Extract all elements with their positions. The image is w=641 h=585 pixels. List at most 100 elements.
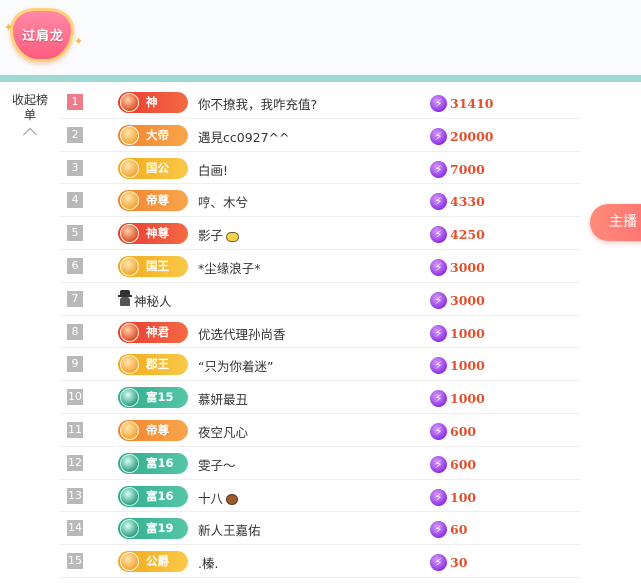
contribution-score: ⚡ 1000 — [430, 388, 485, 408]
user-name[interactable]: “只为你着迷” — [198, 356, 273, 375]
ranking-row[interactable]: 3 国公 白画! ⚡ 7000 — [60, 152, 580, 185]
level-emblem-icon — [120, 224, 139, 244]
level-badge: 神君 — [118, 321, 188, 343]
ranking-row[interactable]: 14 富19 新人王嘉佑 ⚡ 60 — [60, 512, 580, 546]
score-value: 600 — [450, 456, 477, 472]
rank-number: 8 — [67, 323, 83, 340]
level-label: 富19 — [146, 521, 174, 536]
ranking-row[interactable]: 6 国王 *尘缘浪子* ⚡ 3000 — [60, 250, 580, 283]
ranking-row[interactable]: 10 富15 慕妍最丑 ⚡ 1000 — [60, 381, 580, 414]
score-value: 1000 — [450, 391, 485, 407]
level-badge: 神 — [118, 92, 188, 113]
contribution-score: ⚡ 20000 — [430, 126, 494, 145]
ranking-row[interactable]: 5 神尊 影子 ⚡ 4250 — [60, 217, 580, 250]
lightning-icon: ⚡ — [430, 422, 447, 440]
level-badge: 国王 — [118, 255, 188, 277]
level-badge: 帝尊 — [118, 419, 188, 441]
user-name-text: “只为你着迷” — [198, 359, 274, 375]
contribution-score: ⚡ 1000 — [430, 355, 485, 375]
lightning-icon: ⚡ — [430, 291, 447, 309]
level-badge: 富16 — [118, 452, 188, 474]
bear-emoji-icon — [226, 493, 239, 505]
level-emblem-icon — [120, 552, 139, 572]
contribution-score: ⚡ 3000 — [430, 257, 485, 276]
user-name[interactable]: .榛. — [198, 553, 218, 572]
user-name-text: 影子 — [198, 228, 224, 244]
rank-number: 9 — [67, 356, 83, 373]
level-emblem-icon — [120, 453, 139, 473]
user-name[interactable]: 夜空凡心 — [198, 422, 248, 441]
user-name[interactable]: 哼、木兮 — [198, 192, 248, 211]
ranking-row[interactable]: 15 公爵 .榛. ⚡ 30 — [60, 545, 580, 578]
header: 过肩龙 ✦ ✦ — [0, 0, 641, 75]
level-label: 帝尊 — [146, 193, 169, 208]
user-name[interactable]: 影子 — [198, 225, 240, 244]
user-name-text: 你不撩我，我咋充值? — [198, 97, 318, 112]
ranking-row[interactable]: 1 神 你不撩我，我咋充值? ⚡ 31410 — [60, 86, 580, 119]
level-label: 富15 — [146, 390, 174, 405]
anchor-tab-button[interactable]: 主播 — [590, 204, 641, 241]
score-value: 20000 — [450, 128, 494, 144]
rank-number: 7 — [67, 290, 83, 307]
user-name[interactable]: 新人王嘉佑 — [198, 520, 261, 539]
user-name-text: 夜空凡心 — [198, 424, 249, 440]
ranking-row[interactable]: 8 神君 优选代理孙尚香 ⚡ 1000 — [60, 316, 580, 349]
collapse-ranking-button[interactable]: 收起榜单 — [10, 93, 50, 142]
lightning-icon: ⚡ — [430, 226, 447, 244]
level-label: 大帝 — [146, 127, 169, 142]
rank-number: 15 — [67, 553, 83, 570]
user-name-text: 十八 — [198, 490, 224, 506]
level-emblem-icon — [120, 93, 139, 112]
level-emblem-icon — [120, 158, 139, 178]
contribution-score: ⚡ 600 — [430, 454, 477, 473]
user-name-text: 哼、木兮 — [198, 195, 249, 211]
lightning-icon: ⚡ — [430, 160, 447, 178]
user-name[interactable]: 慕妍最丑 — [198, 389, 248, 408]
rank-number: 6 — [67, 257, 83, 274]
ranking-row[interactable]: 4 帝尊 哼、木兮 ⚡ 4330 — [60, 184, 580, 218]
user-name[interactable]: *尘缘浪子* — [198, 258, 261, 277]
ranking-row[interactable]: 11 帝尊 夜空凡心 ⚡ 600 — [60, 414, 580, 447]
user-name[interactable]: 神秘人 — [134, 291, 172, 310]
user-name-text: 慕妍最丑 — [198, 392, 249, 408]
lightning-icon: ⚡ — [430, 521, 447, 539]
ranking-row[interactable]: 9 郡王 “只为你着迷” ⚡ 1000 — [60, 348, 580, 382]
level-label: 富16 — [146, 455, 174, 470]
contribution-score: ⚡ 7000 — [430, 159, 485, 178]
rank-number: 1 — [67, 94, 83, 110]
user-name[interactable]: 白画! — [198, 160, 228, 179]
score-value: 4250 — [450, 227, 485, 243]
level-badge: 大帝 — [118, 124, 188, 146]
user-name[interactable]: 十八 — [198, 488, 239, 507]
user-name[interactable]: 优选代理孙尚香 — [198, 324, 286, 343]
sparkle-icon: ✦ — [74, 35, 84, 48]
lightning-icon: ⚡ — [430, 95, 447, 112]
contribution-score: ⚡ 4250 — [430, 224, 485, 244]
ranking-row[interactable]: 2 大帝 遇見cc0927^^ ⚡ 20000 — [60, 119, 580, 152]
level-emblem-icon — [120, 322, 139, 342]
ranking-row[interactable]: 13 富16 十八 ⚡ 100 — [60, 480, 580, 513]
level-badge: 公爵 — [118, 551, 188, 573]
sparkle-icon: ✦ — [4, 21, 14, 34]
score-value: 3000 — [450, 292, 485, 308]
score-value: 3000 — [450, 259, 485, 275]
user-name[interactable]: 你不撩我，我咋充值? — [198, 94, 317, 113]
ranking-row[interactable]: 7 神秘人 ⚡ 3000 — [60, 283, 580, 316]
user-name-text: 新人王嘉佑 — [198, 523, 261, 539]
level-label: 国王 — [146, 258, 169, 273]
level-label: 公爵 — [146, 554, 169, 569]
ranking-row[interactable]: 12 富16 雯子～ ⚡ 600 — [60, 447, 580, 480]
user-name-text: 遇見cc0927^^ — [198, 129, 290, 145]
lightning-icon: ⚡ — [430, 488, 447, 506]
rank-number: 3 — [67, 159, 83, 176]
user-name[interactable]: 雯子～ — [198, 455, 236, 474]
user-name[interactable]: 遇見cc0927^^ — [198, 127, 290, 146]
rank-number: 4 — [67, 192, 83, 209]
user-name-text: 雯子～ — [198, 457, 236, 473]
badge-label: 过肩龙 — [21, 29, 64, 44]
level-emblem-icon — [120, 388, 139, 408]
contribution-score: ⚡ 30 — [430, 552, 467, 572]
contribution-score: ⚡ 3000 — [430, 290, 485, 309]
event-badge: 过肩龙 ✦ ✦ — [4, 6, 84, 68]
score-value: 31410 — [450, 96, 494, 111]
